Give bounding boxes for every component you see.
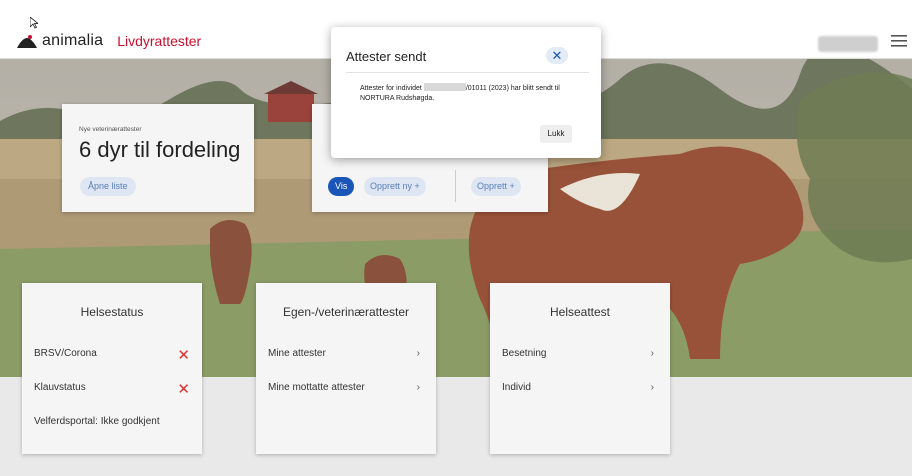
show-button[interactable]: Vis	[328, 177, 355, 196]
card-divider	[455, 170, 456, 202]
close-icon[interactable]: ✕	[546, 47, 568, 64]
hamburger-menu-icon[interactable]	[891, 34, 907, 48]
chevron-right-icon: ›	[416, 348, 420, 359]
chevron-right-icon: ›	[650, 382, 654, 393]
health-attest-title: Helseattest	[549, 305, 611, 319]
new-attests-card: Nye veterinærattester 6 dyr til fordelin…	[62, 104, 254, 212]
link-label: Mine mottatte attester	[268, 382, 365, 393]
health-status-card: Helsestatus BRSV/Corona ✕ Klauvstatus ✕ …	[22, 283, 202, 454]
close-button[interactable]: Lukk	[540, 125, 572, 143]
health-status-row-velferd: Velferdsportal: Ikke godkjent	[34, 416, 194, 434]
redacted-id	[423, 83, 466, 91]
own-vet-attests-title: Egen-/veterinærattester	[282, 305, 410, 319]
my-received-attests-link[interactable]: Mine mottatte attester ›	[268, 382, 428, 400]
mouse-cursor-icon	[30, 17, 38, 29]
app-logo[interactable]: animalia Livdyrattester	[16, 30, 201, 52]
individual-link[interactable]: Individ ›	[502, 382, 662, 400]
dialog-message-start: Attester for individet	[360, 85, 422, 92]
user-account-button[interactable]	[818, 36, 878, 52]
health-status-label: Klauvstatus	[34, 382, 86, 393]
health-attest-card: Helseattest Besetning › Individ ›	[490, 283, 670, 454]
chevron-right-icon: ›	[416, 382, 420, 393]
status-failed-icon: ✕	[177, 381, 190, 398]
animals-to-distribute-heading: 6 dyr til fordeling	[79, 137, 241, 162]
create-button[interactable]: Opprett +	[471, 177, 521, 196]
new-attests-label: Nye veterinærattester	[79, 126, 142, 133]
herd-link[interactable]: Besetning ›	[502, 348, 662, 366]
health-status-row-brsv: BRSV/Corona ✕	[34, 347, 194, 366]
attests-sent-dialog: Attester sendt ✕ Attester for individet …	[331, 27, 601, 158]
dialog-title: Attester sendt	[346, 49, 427, 64]
health-status-title: Helsestatus	[80, 305, 144, 319]
status-failed-icon: ✕	[177, 347, 190, 364]
chevron-right-icon: ›	[650, 348, 654, 359]
link-label: Besetning	[502, 348, 547, 359]
my-attests-link[interactable]: Mine attester ›	[268, 348, 428, 366]
app-screen: animalia Livdyrattester Nye veterinæratt…	[0, 0, 912, 476]
create-new-button[interactable]: Opprett ny +	[364, 177, 426, 196]
animalia-logo-icon	[17, 35, 37, 48]
open-list-button[interactable]: Åpne liste	[80, 177, 136, 196]
brand-name: animalia	[42, 32, 104, 49]
product-name: Livdyrattester	[117, 33, 202, 49]
link-label: Individ	[502, 382, 531, 393]
own-vet-attests-card: Egen-/veterinærattester Mine attester › …	[256, 283, 436, 454]
link-label: Mine attester	[268, 348, 326, 359]
health-status-label: Velferdsportal: Ikke godkjent	[34, 416, 160, 427]
health-status-label: BRSV/Corona	[34, 348, 97, 359]
dialog-divider	[346, 72, 589, 73]
health-status-row-klauv: Klauvstatus ✕	[34, 381, 194, 400]
dialog-message: Attester for individet /01011 (2023) har…	[360, 83, 580, 104]
